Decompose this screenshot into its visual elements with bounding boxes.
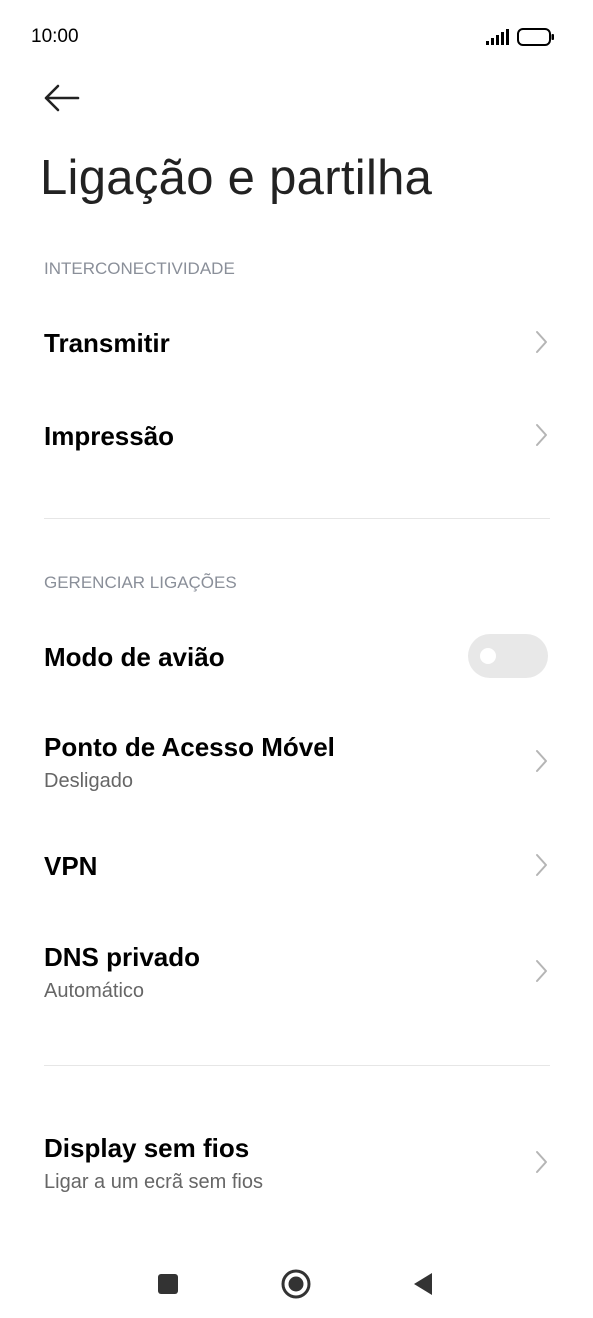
- settings-screen: 10:00 Ligação e partilha INTERCONECTIVID…: [0, 0, 593, 1318]
- airplane-mode-toggle[interactable]: [468, 634, 548, 678]
- section-header-interconnectivity: INTERCONECTIVIDADE: [44, 259, 235, 278]
- status-icons: [485, 28, 555, 46]
- chevron-right-icon: [536, 960, 547, 982]
- status-time: 10:00: [31, 26, 79, 47]
- settings-item-subtitle: Desligado: [44, 770, 133, 792]
- settings-item-label: Ponto de Acesso Móvel: [44, 732, 335, 762]
- settings-item-label: Transmitir: [44, 328, 170, 358]
- recents-button[interactable]: [148, 1264, 188, 1304]
- settings-item-label: Impressão: [44, 421, 175, 451]
- signal-icon: [486, 29, 509, 45]
- chevron-right-icon: [536, 1151, 547, 1173]
- settings-item-label: VPN: [44, 851, 98, 881]
- settings-item-wireless-display[interactable]: Display sem fios Ligar a um ecrã sem fio…: [0, 1113, 593, 1213]
- navigation-bar: [0, 1250, 593, 1318]
- settings-item-subtitle: Ligar a um ecrã sem fios: [44, 1171, 263, 1193]
- back-nav-button[interactable]: [403, 1264, 443, 1304]
- settings-item-label: Modo de avião: [44, 642, 225, 672]
- back-button[interactable]: [38, 80, 84, 116]
- settings-item-private-dns[interactable]: DNS privado Automático: [0, 922, 593, 1022]
- section-header-manage-connections: GERENCIAR LIGAÇÕES: [44, 573, 237, 592]
- page-title: Ligação e partilha: [40, 151, 433, 205]
- settings-item-subtitle: Automático: [44, 980, 145, 1002]
- settings-item-vpn[interactable]: VPN: [0, 823, 593, 909]
- battery-icon: [517, 28, 554, 46]
- settings-item-label: Display sem fios: [44, 1133, 250, 1163]
- divider: [44, 1065, 550, 1066]
- settings-item-label: DNS privado: [44, 942, 201, 972]
- chevron-right-icon: [536, 854, 547, 876]
- settings-item-transmitir[interactable]: Transmitir: [0, 300, 593, 386]
- home-button[interactable]: [276, 1264, 316, 1304]
- recents-square-icon: [158, 1274, 178, 1294]
- chevron-right-icon: [536, 750, 547, 772]
- settings-item-impressao[interactable]: Impressão: [0, 393, 593, 479]
- chevron-right-icon: [536, 424, 547, 446]
- home-circle-icon: [281, 1269, 311, 1299]
- chevron-right-icon: [536, 331, 547, 353]
- arrow-left-icon: [44, 84, 80, 112]
- toggle-knob: [480, 648, 496, 664]
- divider: [44, 518, 550, 519]
- settings-item-hotspot[interactable]: Ponto de Acesso Móvel Desligado: [0, 712, 593, 812]
- settings-item-airplane-mode[interactable]: Modo de avião: [0, 614, 593, 700]
- back-triangle-icon: [414, 1273, 432, 1295]
